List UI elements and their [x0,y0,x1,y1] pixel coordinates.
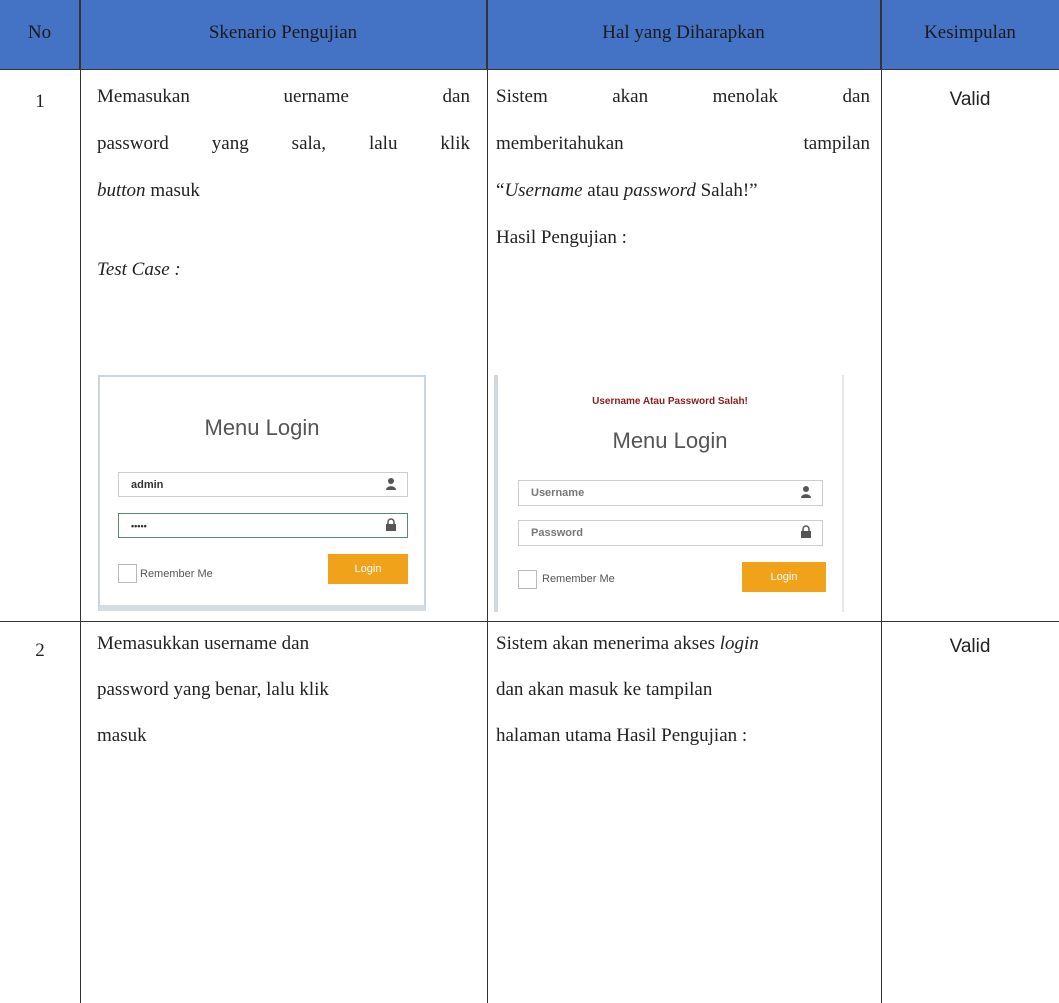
password-value: ••••• [131,521,147,531]
login-title: Menu Login [204,415,320,440]
password-field[interactable]: Password [518,520,823,546]
login-screenshot-before: Menu Login admin ••••• Remember Me Login [98,375,426,611]
row-1-scenario-line: Memasukan uername dan [97,86,470,107]
username-value: admin [131,479,164,491]
row-2-expected-line: dan akan masuk ke tampilan [496,679,713,700]
login-title: Menu Login [612,428,728,453]
row-1-scenario-line: password yang sala, lalu klik [97,133,470,154]
header-expected: Hal yang Diharapkan [487,0,881,70]
username-field[interactable]: Username [518,480,823,506]
row-1-expected-line: Sistem akan menolak dan [496,86,870,107]
password-field[interactable]: ••••• [118,513,408,538]
username-placeholder: Username [531,487,585,499]
header-scenario: Skenario Pengujian [80,0,487,70]
header-no-label: No [27,22,52,43]
row-2-scenario-line: password yang benar, lalu klik [97,679,329,700]
header-no: No [0,0,80,70]
error-message: Username Atau Password Salah! [592,396,748,407]
row-1-expected-line: “Username atau password Salah!” [496,180,758,201]
row-2-conclusion: Valid [949,636,991,657]
header-conclusion: Kesimpulan [881,0,1059,70]
row-2-expected-line: halaman utama Hasil Pengujian : [496,725,748,746]
remember-checkbox[interactable] [118,564,137,583]
row-2-number: 2 [35,640,45,661]
user-icon [386,478,396,490]
row-1-conclusion: Valid [949,89,991,110]
lock-icon [801,525,811,538]
test-table: No Skenario Pengujian Hal yang Diharapka… [0,0,1059,1003]
row-2-scenario-line: masuk [97,725,147,746]
login-button[interactable]: Login [328,554,408,584]
row-2-expected-line: Sistem akan menerima akses login [496,633,759,654]
header-scenario-label: Skenario Pengujian [208,22,358,43]
password-placeholder: Password [531,527,583,539]
grid-line [881,0,882,1003]
grid-line [0,621,1059,622]
username-field[interactable]: admin [118,472,408,497]
row-1-number: 1 [35,91,45,112]
row-1-expected-line: memberitahukan tampilan [496,133,870,154]
header-conclusion-label: Kesimpulan [924,22,1016,43]
row-1-expected-line: Hasil Pengujian : [496,227,627,248]
login-screenshot-after: Username Atau Password Salah! Menu Login… [494,375,844,612]
remember-checkbox[interactable] [518,570,537,589]
grid-line [487,0,488,1003]
login-button[interactable]: Login [742,562,826,592]
row-1-testcase-label: Test Case : [97,259,181,280]
remember-label: Remember Me [542,573,615,585]
grid-line [80,0,81,1003]
remember-label: Remember Me [140,568,213,580]
lock-icon [386,518,396,531]
user-icon [801,486,811,498]
header-expected-label: Hal yang Diharapkan [602,22,765,43]
row-1-scenario-line: button masuk [97,180,200,201]
row-2-scenario-line: Memasukkan username dan [97,633,310,654]
